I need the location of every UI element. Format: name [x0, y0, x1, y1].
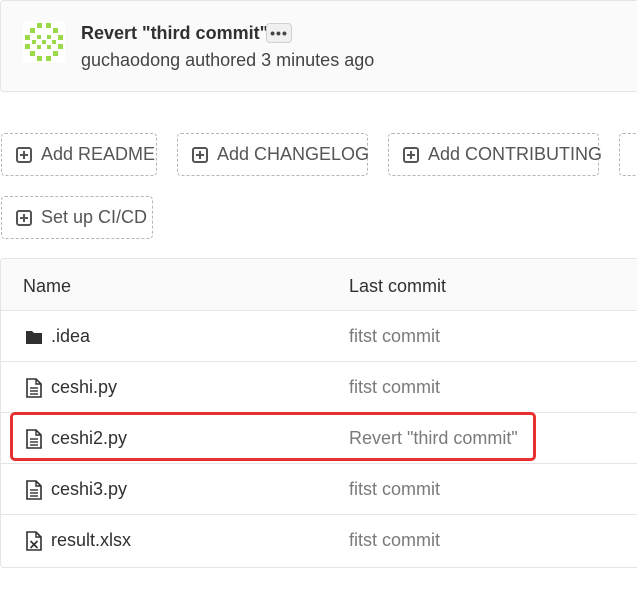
file-name-link[interactable]: ceshi.py	[51, 377, 117, 398]
add-contributing-button[interactable]: Add CONTRIBUTING	[388, 133, 603, 176]
add-contributing-label: Add CONTRIBUTING	[428, 144, 603, 164]
file-name-link[interactable]: ceshi3.py	[51, 479, 127, 500]
file-icon	[26, 378, 42, 398]
commit-title[interactable]: Revert "third commit"	[81, 23, 268, 44]
table-row[interactable]: ceshi2.py Revert "third commit"	[1, 413, 637, 464]
plus-square-icon	[16, 209, 32, 226]
folder-icon	[26, 331, 42, 344]
table-row[interactable]: ceshi.py fitst commit	[1, 362, 637, 413]
file-last-commit[interactable]: Revert "third commit"	[349, 428, 518, 449]
file-name-link[interactable]: ceshi2.py	[51, 428, 127, 449]
file-last-commit[interactable]: fitst commit	[349, 377, 440, 398]
spreadsheet-file-icon	[26, 531, 42, 551]
file-name-link[interactable]: .idea	[51, 326, 90, 347]
add-readme-label: Add README	[41, 144, 156, 164]
file-last-commit[interactable]: fitst commit	[349, 479, 440, 500]
setup-ci-cd-label: Set up CI/CD	[41, 207, 148, 227]
commit-author-meta: guchaodong authored 3 minutes ago	[81, 50, 375, 70]
table-row[interactable]: result.xlsx fitst commit	[1, 515, 637, 566]
file-icon	[26, 429, 42, 449]
setup-ci-cd-button[interactable]: Set up CI/CD	[1, 196, 153, 239]
commit-more-button[interactable]: •••	[266, 23, 292, 43]
add-changelog-label: Add CHANGELOG	[217, 144, 370, 164]
file-icon	[26, 480, 42, 500]
file-name-link[interactable]: result.xlsx	[51, 530, 131, 551]
table-row[interactable]: ceshi3.py fitst commit	[1, 464, 637, 515]
add-readme-button[interactable]: Add README	[1, 133, 157, 176]
add-changelog-button[interactable]: Add CHANGELOG	[177, 133, 370, 176]
plus-square-icon	[16, 146, 32, 163]
plus-square-icon	[403, 146, 419, 163]
table-header: Name Last commit	[1, 259, 637, 311]
file-table: Name Last commit .idea fitst commit cesh…	[0, 258, 637, 568]
file-last-commit[interactable]: fitst commit	[349, 326, 440, 347]
avatar[interactable]	[23, 21, 65, 63]
plus-square-icon	[192, 146, 208, 163]
more-suggestions-button[interactable]	[619, 133, 637, 176]
table-row[interactable]: .idea fitst commit	[1, 311, 637, 362]
file-last-commit[interactable]: fitst commit	[349, 530, 440, 551]
column-header-last-commit: Last commit	[349, 276, 447, 296]
column-header-name: Name	[23, 276, 72, 296]
commit-header: Revert "third commit" ••• guchaodong aut…	[0, 0, 637, 92]
